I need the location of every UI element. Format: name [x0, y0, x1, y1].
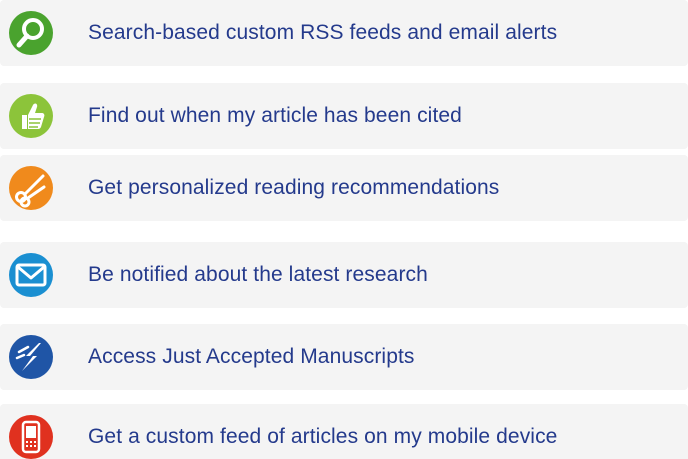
feature-list: Search-based custom RSS feeds and email …	[0, 0, 688, 459]
feature-mobile-feed[interactable]: Get a custom feed of articles on my mobi…	[0, 404, 688, 459]
scissors-icon	[7, 164, 55, 212]
feature-label: Be notified about the latest research	[88, 263, 428, 286]
lightning-icon	[7, 333, 55, 381]
mobile-phone-icon	[7, 413, 55, 459]
feature-recommendations[interactable]: Get personalized reading recommendations	[0, 155, 688, 221]
feature-label: Find out when my article has been cited	[88, 104, 462, 127]
envelope-icon	[7, 251, 55, 299]
thumbs-up-icon	[7, 92, 55, 140]
feature-latest-research[interactable]: Be notified about the latest research	[0, 242, 688, 308]
search-icon	[7, 9, 55, 57]
feature-citation-alerts[interactable]: Find out when my article has been cited	[0, 83, 688, 149]
feature-just-accepted[interactable]: Access Just Accepted Manuscripts	[0, 324, 688, 390]
feature-label: Search-based custom RSS feeds and email …	[88, 21, 558, 44]
feature-rss-alerts[interactable]: Search-based custom RSS feeds and email …	[0, 0, 688, 66]
feature-label: Access Just Accepted Manuscripts	[88, 345, 415, 368]
feature-label: Get personalized reading recommendations	[88, 176, 500, 199]
feature-label: Get a custom feed of articles on my mobi…	[88, 425, 558, 448]
